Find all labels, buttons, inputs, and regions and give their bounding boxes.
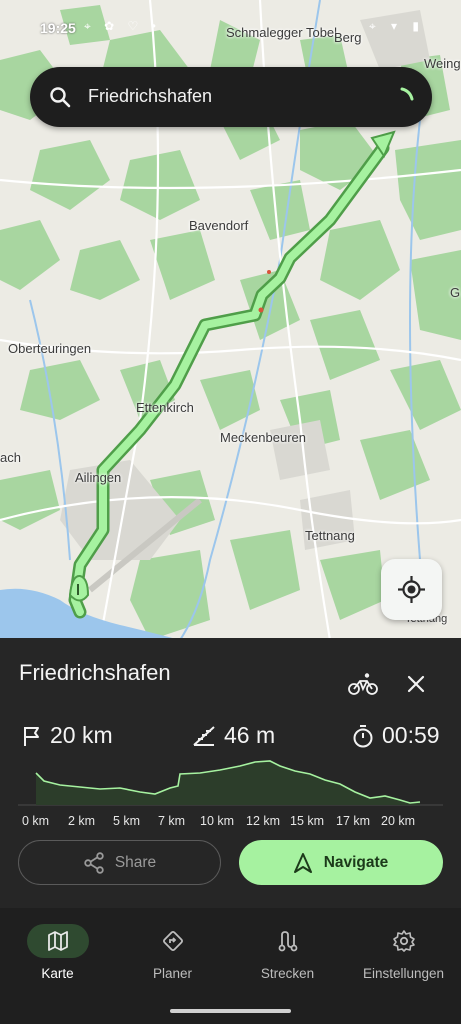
nav-item-label: Einstellungen [362, 966, 445, 981]
search-icon [50, 87, 71, 108]
nav-item-indicator [373, 924, 435, 958]
place-label: G [450, 285, 461, 300]
place-label: Tettnang [305, 528, 355, 543]
elevation-icon [193, 725, 215, 746]
map-icon [47, 931, 68, 951]
nav-item-strecken[interactable]: Strecken [230, 924, 345, 981]
distance-value: 20 km [50, 722, 113, 748]
place-label: Ailingen [75, 470, 122, 485]
close-icon[interactable] [404, 672, 428, 696]
place-label: Bavendorf [189, 218, 249, 233]
place-label: Meckenbeuren [220, 430, 306, 445]
duration-stat: 00:59 [352, 722, 440, 749]
navigation-arrow-icon [293, 852, 312, 873]
flag-icon [24, 726, 39, 746]
elevation-value: 46 m [224, 722, 276, 748]
gear-icon [392, 930, 415, 952]
distance-stat: 20 km [22, 722, 113, 749]
axis-tick-label: 12 km [246, 814, 281, 828]
status-bar: 19:25 ⌖ ✿ ♡ • ⌖ ▾ ▮ [0, 0, 461, 52]
share-button[interactable]: Share [18, 840, 221, 885]
axis-tick-label: 20 km [381, 814, 416, 828]
directions-icon [162, 931, 183, 951]
nav-item-karte[interactable]: Karte [0, 924, 115, 981]
route-icon [278, 931, 297, 952]
share-button-label: Share [114, 853, 157, 871]
axis-tick-label: 15 km [290, 814, 325, 828]
nav-item-indicator [257, 924, 319, 958]
nav-item-indicator [26, 924, 89, 958]
navigate-button-label: Navigate [323, 853, 389, 871]
place-label: Oberteuringen [8, 341, 92, 356]
my-location-button[interactable] [381, 559, 442, 620]
search-query-text: Friedrichshafen [88, 86, 213, 106]
route-title: Friedrichshafen [19, 660, 171, 685]
status-notification-icons: ⌖ ✿ ♡ • [84, 19, 161, 33]
place-label: Weing [424, 56, 461, 71]
axis-tick-label: 2 km [68, 814, 96, 828]
axis-tick-label: 17 km [336, 814, 371, 828]
duration-value: 00:59 [382, 722, 440, 748]
navigate-button[interactable]: Navigate [239, 840, 443, 885]
nav-item-label: Planer [152, 966, 193, 981]
status-system-icons: ⌖ ▾ ▮ [368, 19, 425, 33]
elevation-stat: 46 m [192, 722, 275, 749]
nav-item-label: Karte [41, 966, 74, 981]
bicycle-icon[interactable] [348, 672, 378, 696]
share-icon [84, 851, 104, 874]
nav-item-einstellungen[interactable]: Einstellungen [346, 924, 461, 981]
nav-item-label: Strecken [260, 966, 315, 981]
stopwatch-icon [353, 724, 373, 747]
axis-tick-label: 10 km [200, 814, 235, 828]
axis-tick-label: 7 km [158, 814, 186, 828]
nav-item-planer[interactable]: Planer [115, 924, 230, 981]
home-indicator[interactable] [170, 1009, 291, 1013]
bottom-navigation: Karte Planer Strecken Einstellungen [0, 908, 461, 1024]
route-sheet: Friedrichshafen 20 km 46 m 00:59 0 km 2 … [0, 638, 461, 908]
axis-tick-label: 5 km [113, 814, 141, 828]
search-bar[interactable]: Friedrichshafen [30, 67, 432, 127]
place-label: Ettenkirch [136, 400, 194, 415]
nav-item-indicator [142, 924, 204, 958]
place-label: ach [0, 450, 21, 465]
crosshair-icon [398, 576, 425, 603]
loading-spinner-icon [400, 87, 414, 101]
status-time: 19:25 [40, 20, 76, 36]
axis-tick-label: 0 km [22, 814, 50, 828]
